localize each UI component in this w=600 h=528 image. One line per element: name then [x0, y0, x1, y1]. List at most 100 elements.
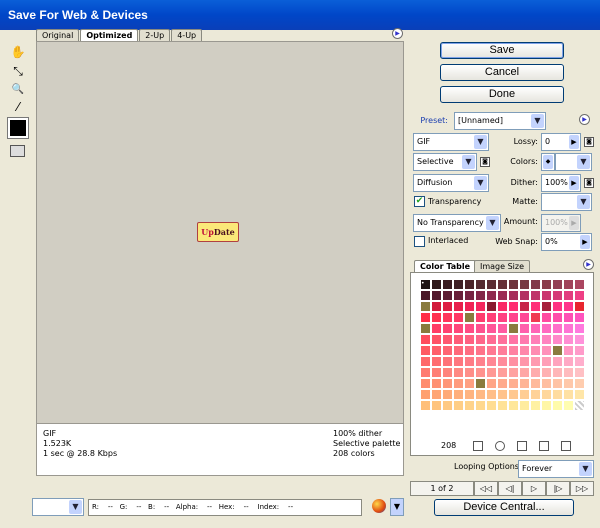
color-swatch[interactable] — [552, 356, 563, 367]
color-swatch[interactable] — [420, 389, 431, 400]
previous-frame-icon[interactable]: ◁| — [498, 481, 522, 496]
color-swatch[interactable] — [486, 345, 497, 356]
color-swatch[interactable] — [541, 334, 552, 345]
color-swatch[interactable] — [497, 334, 508, 345]
color-swatch[interactable] — [453, 356, 464, 367]
color-swatch[interactable] — [508, 400, 519, 411]
optimize-menu-icon[interactable]: ▶ — [579, 114, 590, 125]
color-swatch[interactable] — [563, 323, 574, 334]
color-swatch[interactable] — [442, 301, 453, 312]
color-swatch[interactable] — [563, 312, 574, 323]
save-button[interactable]: Save — [440, 42, 564, 59]
color-swatch[interactable] — [508, 389, 519, 400]
color-swatch[interactable] — [541, 312, 552, 323]
color-swatch[interactable] — [420, 367, 431, 378]
color-swatch[interactable] — [541, 290, 552, 301]
color-swatch[interactable] — [519, 389, 530, 400]
color-swatch[interactable] — [530, 334, 541, 345]
map-transparent-icon[interactable] — [473, 441, 483, 451]
color-swatch[interactable] — [530, 400, 541, 411]
color-swatch[interactable] — [453, 389, 464, 400]
dither-algorithm-select[interactable]: Diffusion ▼ — [413, 174, 489, 192]
web-snap-field[interactable]: 0% ▶ — [541, 233, 592, 251]
color-swatch[interactable] — [475, 389, 486, 400]
color-swatch[interactable] — [519, 378, 530, 389]
color-swatch[interactable] — [519, 290, 530, 301]
lock-color-icon[interactable] — [517, 441, 527, 451]
color-swatch[interactable] — [574, 400, 585, 411]
color-swatch[interactable] — [508, 334, 519, 345]
color-swatch[interactable] — [497, 323, 508, 334]
first-frame-icon[interactable]: ◁◁ — [474, 481, 498, 496]
color-swatch[interactable] — [442, 400, 453, 411]
color-swatch[interactable] — [497, 400, 508, 411]
color-swatch[interactable] — [486, 301, 497, 312]
zoom-level-select[interactable]: ▼ — [32, 498, 84, 516]
done-button[interactable]: Done — [440, 86, 564, 103]
color-swatch[interactable] — [552, 279, 563, 290]
lossy-mask-icon[interactable]: ◙ — [584, 137, 594, 147]
color-swatch[interactable] — [519, 400, 530, 411]
color-swatch[interactable] — [497, 301, 508, 312]
color-swatch[interactable] — [420, 290, 431, 301]
color-swatch[interactable] — [519, 323, 530, 334]
color-swatch[interactable] — [442, 323, 453, 334]
color-swatch[interactable] — [541, 323, 552, 334]
color-swatch[interactable] — [431, 345, 442, 356]
color-swatch[interactable] — [508, 301, 519, 312]
new-color-icon[interactable] — [539, 441, 549, 451]
color-swatch[interactable] — [464, 279, 475, 290]
colors-stepper[interactable]: ◆ — [541, 153, 555, 171]
color-swatch[interactable] — [530, 323, 541, 334]
color-swatch[interactable] — [431, 378, 442, 389]
cancel-button[interactable]: Cancel — [440, 64, 564, 81]
color-swatch[interactable] — [552, 290, 563, 301]
color-swatch[interactable] — [574, 356, 585, 367]
color-swatch[interactable] — [486, 378, 497, 389]
color-swatch[interactable] — [563, 279, 574, 290]
color-swatch[interactable] — [519, 345, 530, 356]
color-swatch[interactable] — [497, 312, 508, 323]
color-swatch[interactable] — [541, 279, 552, 290]
color-swatch[interactable] — [453, 301, 464, 312]
color-swatch[interactable] — [497, 345, 508, 356]
color-swatch[interactable] — [431, 356, 442, 367]
web-shift-icon[interactable] — [495, 441, 505, 451]
color-swatch[interactable] — [475, 290, 486, 301]
device-central-button[interactable]: Device Central... — [434, 499, 574, 516]
interlaced-checkbox[interactable] — [414, 236, 425, 247]
color-swatch[interactable] — [530, 378, 541, 389]
color-swatch[interactable] — [530, 279, 541, 290]
color-swatch[interactable] — [574, 290, 585, 301]
color-swatch[interactable] — [442, 279, 453, 290]
preview-menu-icon[interactable]: ▶ — [392, 28, 403, 39]
color-swatch[interactable] — [541, 301, 552, 312]
browser-menu-chevron-icon[interactable]: ▼ — [390, 498, 404, 516]
color-swatch[interactable] — [464, 345, 475, 356]
toggle-slices-icon[interactable] — [10, 145, 25, 157]
color-swatch[interactable] — [519, 334, 530, 345]
color-swatch[interactable] — [497, 389, 508, 400]
color-swatch[interactable] — [442, 345, 453, 356]
color-swatch[interactable] — [508, 279, 519, 290]
color-swatch[interactable] — [475, 301, 486, 312]
color-swatch[interactable] — [552, 312, 563, 323]
color-swatch[interactable] — [464, 356, 475, 367]
color-swatch[interactable] — [563, 334, 574, 345]
color-swatch[interactable] — [486, 279, 497, 290]
color-swatch[interactable] — [431, 334, 442, 345]
color-swatch[interactable] — [508, 367, 519, 378]
color-swatch[interactable] — [541, 356, 552, 367]
color-swatch[interactable] — [431, 301, 442, 312]
color-swatch[interactable] — [420, 378, 431, 389]
color-swatch[interactable] — [530, 290, 541, 301]
color-swatch[interactable] — [475, 334, 486, 345]
color-swatch[interactable] — [552, 400, 563, 411]
color-swatch[interactable] — [464, 323, 475, 334]
lossy-field[interactable]: 0 ▶ — [541, 133, 581, 151]
color-swatch[interactable] — [508, 378, 519, 389]
color-reduction-select[interactable]: Selective ▼ — [413, 153, 477, 171]
color-swatch[interactable] — [442, 389, 453, 400]
color-swatch[interactable] — [442, 367, 453, 378]
color-swatch[interactable] — [475, 378, 486, 389]
